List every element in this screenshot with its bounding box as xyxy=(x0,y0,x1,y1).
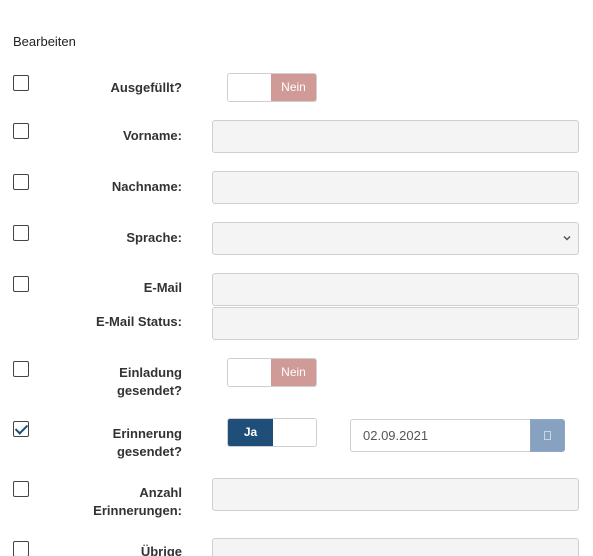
uebrige-field[interactable] xyxy=(212,538,579,556)
label-einladung: Einladung gesendet? xyxy=(42,364,182,400)
anzahl-erinnerungen-field[interactable] xyxy=(212,478,579,511)
checkbox-ausgefuellt[interactable] xyxy=(13,75,29,91)
label-anzahl-line2: Erinnerungen: xyxy=(93,503,182,518)
checkbox-einladung[interactable] xyxy=(13,361,29,377)
checkbox-email[interactable] xyxy=(13,276,29,292)
toggle-yes-label: Ja xyxy=(228,419,273,446)
label-ausgefuellt: Ausgefüllt? xyxy=(110,80,183,95)
date-picker-button[interactable] xyxy=(530,419,565,452)
chevron-down-icon xyxy=(563,235,571,241)
label-nachname: Nachname: xyxy=(111,179,182,194)
toggle-no-label: Nein xyxy=(271,74,316,101)
label-vorname: Vorname: xyxy=(123,128,182,143)
label-erinnerung-line1: Erinnerung xyxy=(112,426,182,441)
checkbox-nachname[interactable] xyxy=(13,174,29,190)
nachname-field[interactable] xyxy=(212,171,579,204)
edit-form: Bearbeiten Ausgefüllt? Nein Vorname: Nac… xyxy=(0,0,593,556)
label-email: E-Mail xyxy=(143,280,182,295)
erinnerung-date-input[interactable]: 02.09.2021 xyxy=(350,419,530,452)
form-title: Bearbeiten xyxy=(13,34,76,49)
label-email-status: E-Mail Status: xyxy=(96,314,182,329)
toggle-no-label: Nein xyxy=(271,359,316,386)
label-erinnerung-line2: gesendet? xyxy=(116,444,182,459)
toggle-erinnerung[interactable]: Ja xyxy=(227,418,317,447)
checkbox-uebrige[interactable] xyxy=(13,541,29,556)
checkbox-sprache[interactable] xyxy=(13,225,29,241)
email-status-field[interactable] xyxy=(212,307,579,340)
label-einladung-line2: gesendet? xyxy=(116,383,182,398)
checkbox-erinnerung[interactable] xyxy=(13,421,29,437)
email-field[interactable] xyxy=(212,273,579,306)
toggle-ausgefuellt[interactable]: Nein xyxy=(227,73,317,102)
checkbox-anzahl[interactable] xyxy=(13,481,29,497)
label-einladung-line1: Einladung xyxy=(119,365,182,380)
checkbox-vorname[interactable] xyxy=(13,123,29,139)
label-erinnerung: Erinnerung gesendet? xyxy=(42,425,182,461)
label-anzahl: Anzahl Erinnerungen: xyxy=(42,484,182,520)
label-anzahl-line1: Anzahl xyxy=(139,485,182,500)
check-icon xyxy=(14,421,29,435)
toggle-einladung[interactable]: Nein xyxy=(227,358,317,387)
vorname-field[interactable] xyxy=(212,120,579,153)
sprache-select[interactable] xyxy=(212,222,579,255)
label-uebrige: Übrige xyxy=(140,544,182,556)
calendar-icon xyxy=(544,430,551,440)
label-sprache: Sprache: xyxy=(126,230,182,245)
